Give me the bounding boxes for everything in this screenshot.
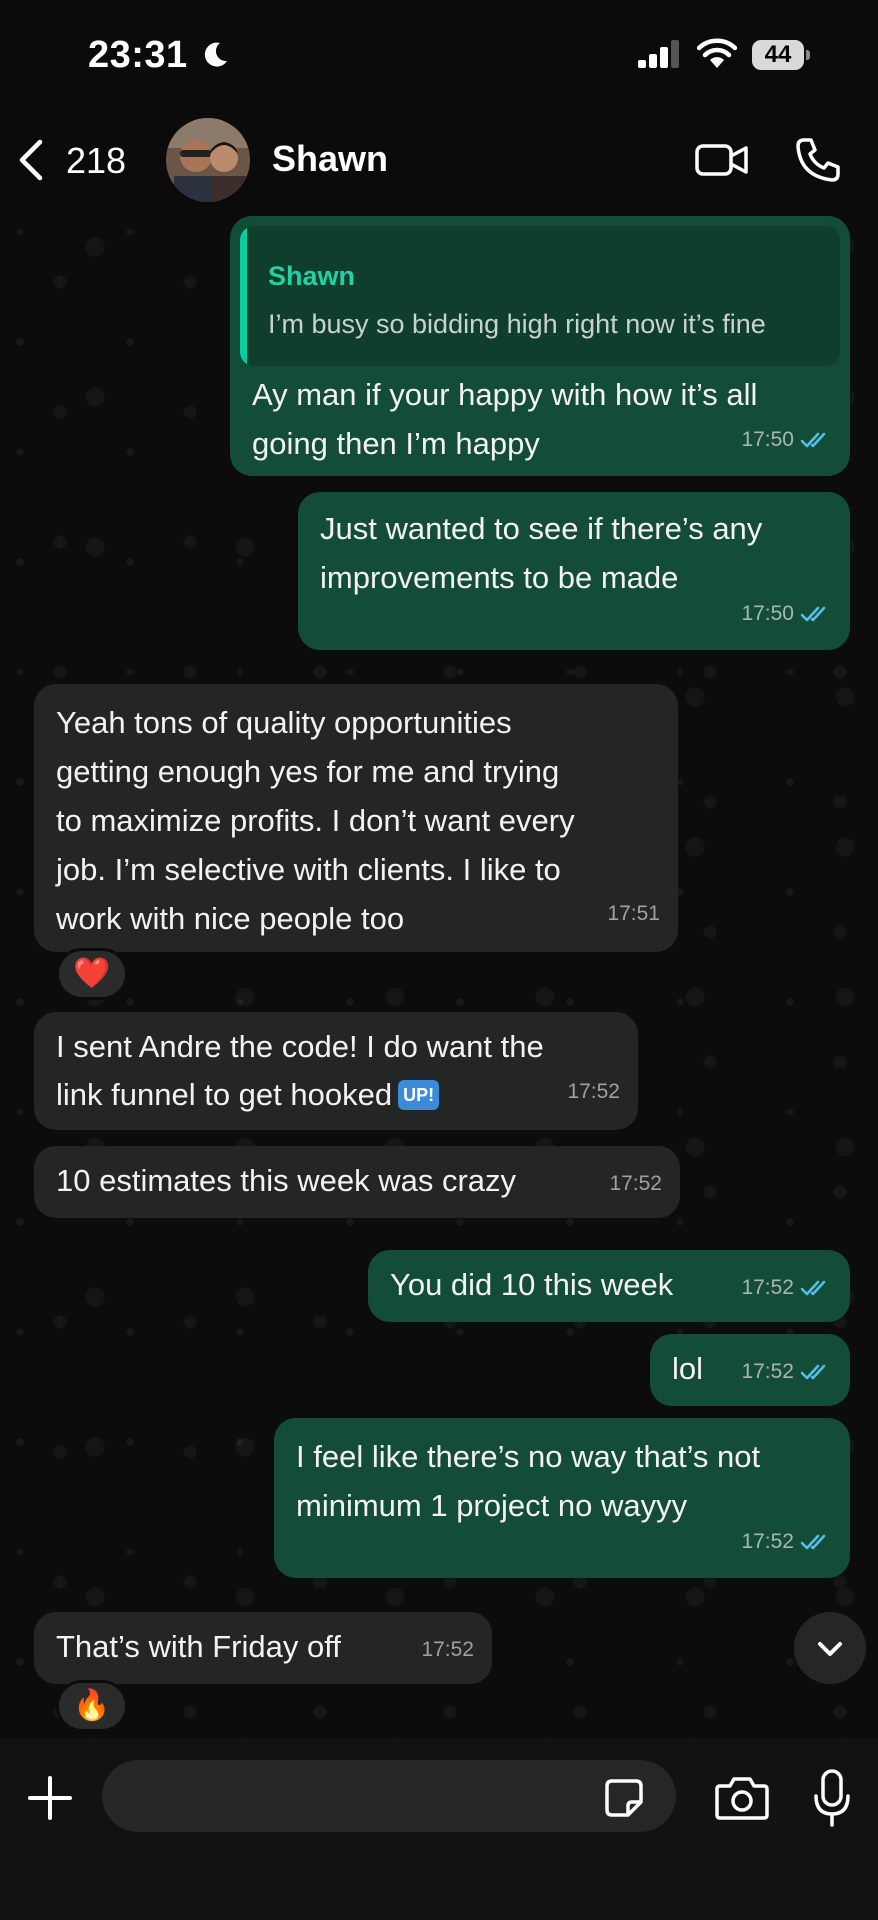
plus-icon[interactable] xyxy=(26,1774,74,1822)
status-time: 23:31 xyxy=(88,34,188,76)
message-outgoing[interactable]: You did 10 this week 17:52 xyxy=(368,1250,850,1322)
message-input[interactable] xyxy=(102,1760,676,1832)
unread-count[interactable]: 218 xyxy=(66,140,126,182)
message-outgoing[interactable]: Shawn I’m busy so bidding high right now… xyxy=(230,216,850,476)
message-meta: 17:51 xyxy=(607,889,660,938)
message-meta: 17:52 xyxy=(567,1067,620,1116)
battery-tip xyxy=(806,50,810,60)
message-text: That’s with Friday off xyxy=(56,1629,341,1664)
read-ticks-icon xyxy=(800,606,826,621)
message-outgoing[interactable]: Just wanted to see if there’s any improv… xyxy=(298,492,850,650)
read-ticks-icon xyxy=(800,1534,826,1549)
message-time: 17:51 xyxy=(607,902,660,925)
camera-icon[interactable] xyxy=(714,1774,770,1822)
message-meta: 17:52 xyxy=(609,1159,662,1208)
wifi-icon xyxy=(697,38,737,68)
quote-text: I’m busy so bidding high right now it’s … xyxy=(268,309,766,339)
quote-bar xyxy=(240,226,247,366)
quote-author: Shawn xyxy=(268,261,356,291)
message-text: lol xyxy=(672,1351,704,1386)
message-text: Ay man if your happy with how it’s all g… xyxy=(252,377,758,461)
message-meta: 17:52 xyxy=(421,1625,474,1674)
back-chevron-icon[interactable] xyxy=(16,138,46,182)
avatar-photo xyxy=(166,118,250,202)
microphone-icon[interactable] xyxy=(812,1768,852,1828)
sticker-icon[interactable] xyxy=(604,1778,644,1818)
up-emoji-icon: UP! xyxy=(398,1080,440,1110)
message-time: 17:50 xyxy=(741,428,794,451)
message-text: Just wanted to see if there’s any improv… xyxy=(320,511,763,595)
message-meta: 17:52 xyxy=(741,1517,832,1566)
message-time: 17:52 xyxy=(567,1080,620,1103)
read-ticks-icon xyxy=(800,1280,826,1295)
message-meta: 17:52 xyxy=(741,1347,832,1396)
battery-level: 44 xyxy=(752,40,804,70)
message-text-part: link funnel to get hooked xyxy=(56,1077,393,1112)
message-text-line: I sent Andre the code! I do want the xyxy=(56,1029,544,1064)
message-text-line: link funnel to get hooked UP! xyxy=(56,1070,440,1119)
message-time: 17:52 xyxy=(741,1276,794,1299)
quoted-message[interactable]: Shawn I’m busy so bidding high right now… xyxy=(240,226,840,366)
message-time: 17:50 xyxy=(741,602,794,625)
message-text: Yeah tons of quality opportunities getti… xyxy=(56,705,575,936)
message-time: 17:52 xyxy=(421,1638,474,1661)
status-bar: 23:31 44 xyxy=(0,0,878,108)
message-incoming[interactable]: That’s with Friday off 17:52 xyxy=(34,1612,492,1684)
message-incoming[interactable]: 10 estimates this week was crazy 17:52 xyxy=(34,1146,680,1218)
message-time: 17:52 xyxy=(741,1360,794,1383)
message-time: 17:52 xyxy=(741,1530,794,1553)
moon-icon xyxy=(204,42,227,67)
message-time: 17:52 xyxy=(609,1172,662,1195)
phone-call-icon[interactable] xyxy=(794,136,842,184)
scroll-to-bottom-button[interactable] xyxy=(794,1612,866,1684)
message-text: I feel like there’s no way that’s not mi… xyxy=(296,1439,761,1523)
signal-icon xyxy=(638,40,679,68)
message-reaction[interactable]: 🔥 xyxy=(56,1680,128,1732)
contact-name[interactable]: Shawn xyxy=(272,138,388,180)
message-outgoing[interactable]: lol 17:52 xyxy=(650,1334,850,1406)
message-incoming[interactable]: I sent Andre the code! I do want the lin… xyxy=(34,1012,638,1130)
message-meta: 17:50 xyxy=(741,589,832,638)
message-outgoing[interactable]: I feel like there’s no way that’s not mi… xyxy=(274,1418,850,1578)
avatar[interactable] xyxy=(166,118,250,202)
message-incoming[interactable]: Yeah tons of quality opportunities getti… xyxy=(34,684,678,952)
chat-header: 218 Shawn xyxy=(0,108,878,212)
message-meta: 17:52 xyxy=(741,1263,832,1312)
message-reaction[interactable]: ❤️ xyxy=(56,948,128,1000)
read-ticks-icon xyxy=(800,432,826,447)
video-call-icon[interactable] xyxy=(694,140,750,180)
read-ticks-icon xyxy=(800,1364,826,1379)
input-bar xyxy=(0,1738,878,1920)
message-text: You did 10 this week xyxy=(390,1267,674,1302)
message-text: 10 estimates this week was crazy xyxy=(56,1163,517,1198)
message-meta: 17:50 xyxy=(741,415,832,464)
chevron-down-icon xyxy=(818,1642,842,1656)
battery-icon: 44 xyxy=(752,40,810,70)
